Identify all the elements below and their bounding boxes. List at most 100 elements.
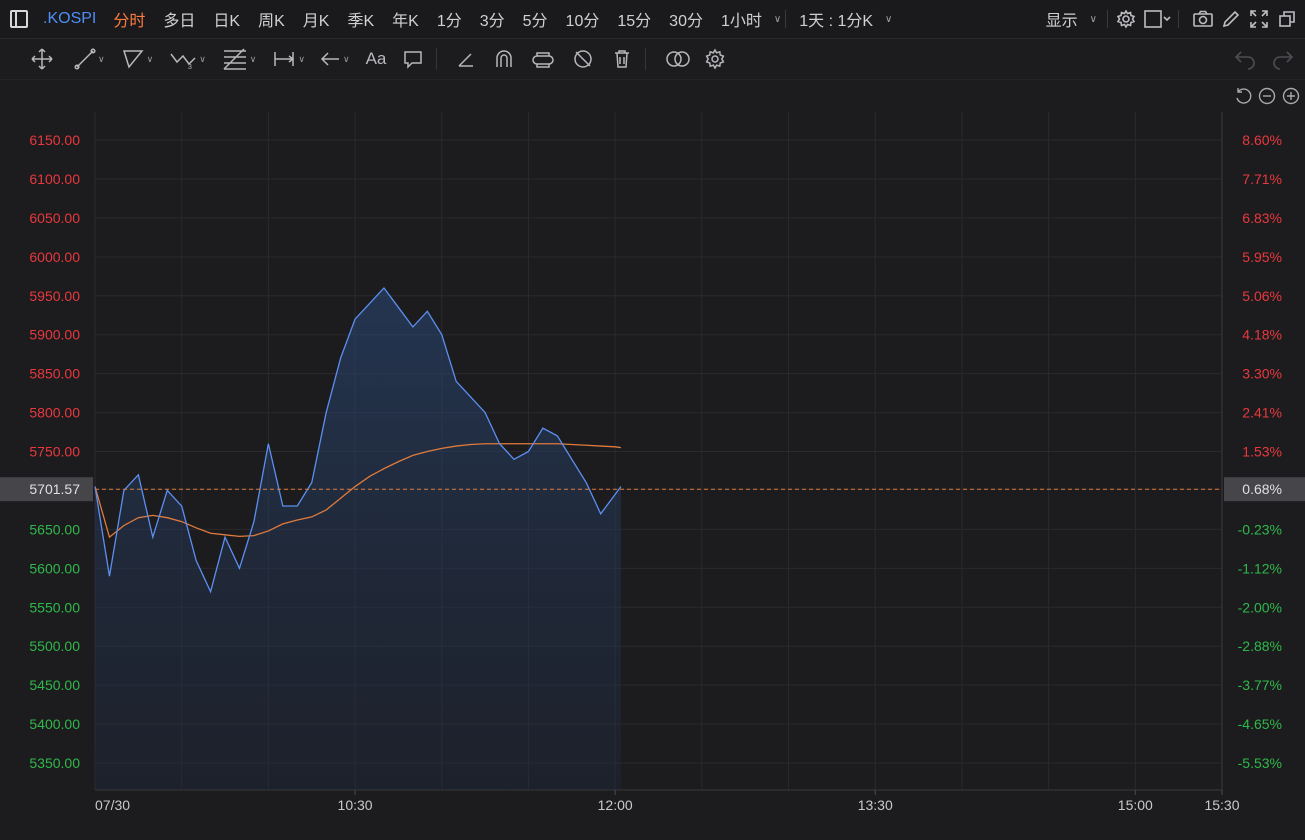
pencil-icon[interactable] bbox=[1217, 5, 1245, 33]
time-tick-label: 12:00 bbox=[598, 797, 633, 813]
price-area-fill bbox=[95, 288, 621, 790]
period-tab[interactable]: 1小时 bbox=[712, 7, 771, 31]
percent-tick-label: 5.95% bbox=[1242, 249, 1282, 265]
period-tab[interactable]: 月K bbox=[294, 7, 339, 31]
undo-redo-group bbox=[1233, 39, 1295, 79]
fullscreen-icon[interactable] bbox=[1245, 5, 1273, 33]
compare-tool[interactable] bbox=[664, 48, 692, 70]
chevron-down-icon[interactable]: ∨ bbox=[774, 14, 781, 25]
percent-tick-label: 6.83% bbox=[1242, 210, 1282, 226]
divider bbox=[436, 48, 438, 70]
chevron-down-icon[interactable]: ∨ bbox=[250, 54, 257, 65]
percent-tick-label: -0.23% bbox=[1238, 521, 1282, 537]
text-tool[interactable]: Aa bbox=[366, 49, 387, 69]
divider bbox=[645, 48, 647, 70]
drawing-settings-tool[interactable] bbox=[704, 48, 726, 70]
price-tick-label: 5800.00 bbox=[29, 405, 80, 421]
lock-drawings-tool[interactable] bbox=[531, 48, 555, 70]
camera-icon[interactable] bbox=[1189, 5, 1217, 33]
period-tab[interactable]: 5分 bbox=[514, 7, 557, 31]
time-tick-label: 10:30 bbox=[338, 797, 373, 813]
period-tab[interactable]: 季K bbox=[338, 7, 383, 31]
chevron-down-icon[interactable]: ∨ bbox=[147, 54, 154, 65]
percent-tick-label: 7.71% bbox=[1242, 171, 1282, 187]
price-tick-label: 5550.00 bbox=[29, 599, 80, 615]
chevron-down-icon[interactable]: ∨ bbox=[1090, 14, 1097, 25]
time-tick-label: 13:30 bbox=[858, 797, 893, 813]
chevron-down-icon[interactable]: ∨ bbox=[199, 54, 206, 65]
period-tab[interactable]: 周K bbox=[249, 7, 294, 31]
divider bbox=[1107, 10, 1108, 28]
percent-tick-label: 2.41% bbox=[1242, 405, 1282, 421]
window-restore-icon[interactable] bbox=[1273, 5, 1301, 33]
time-tick-label: 15:30 bbox=[1204, 797, 1239, 813]
magnet-icon bbox=[496, 50, 513, 67]
polygon-line-icon bbox=[122, 50, 144, 69]
percent-tick-label: -2.00% bbox=[1238, 599, 1282, 615]
price-tick-label: 6050.00 bbox=[29, 210, 80, 226]
percent-tick-label: 5.06% bbox=[1242, 288, 1282, 304]
sidebar-toggle-icon[interactable] bbox=[10, 10, 28, 28]
ray-tool[interactable] bbox=[455, 48, 477, 70]
percent-tick-label: 3.30% bbox=[1242, 366, 1282, 382]
note-tool[interactable] bbox=[402, 48, 424, 70]
range-measure-icon bbox=[274, 52, 295, 66]
arrow-tool[interactable]: ∨ bbox=[319, 48, 350, 70]
percent-tick-label: -1.12% bbox=[1238, 560, 1282, 576]
period-tab[interactable]: 多日 bbox=[154, 7, 204, 31]
intraday-chart[interactable]: 6150.00 6100.00 6050.00 6000.00 5950.00 5900.… bbox=[0, 80, 1305, 840]
period-tab[interactable]: 15分 bbox=[608, 7, 660, 31]
period-tab[interactable]: 1分 bbox=[428, 7, 471, 31]
price-axis: 6150.00 6100.00 6050.00 6000.00 5950.00 5900.… bbox=[0, 132, 93, 771]
period-tab[interactable]: 10分 bbox=[557, 7, 609, 31]
layout-square-icon[interactable] bbox=[1140, 5, 1174, 33]
price-tick-label: 6100.00 bbox=[29, 171, 80, 187]
price-tick-label: 5500.00 bbox=[29, 638, 80, 654]
price-tick-label: 5900.00 bbox=[29, 327, 80, 343]
period-tab[interactable]: 年K bbox=[383, 7, 428, 31]
measure-tool[interactable]: ∨ bbox=[272, 48, 305, 70]
display-menu[interactable]: 显示 bbox=[1037, 7, 1087, 31]
chevron-down-icon[interactable]: ∨ bbox=[298, 54, 305, 65]
settings-gear-icon[interactable] bbox=[1112, 5, 1140, 33]
arrow-left-icon bbox=[320, 52, 339, 66]
period-tab[interactable]: 3分 bbox=[471, 7, 514, 31]
period-tab[interactable]: 分时 bbox=[104, 7, 154, 31]
delete-drawings-tool[interactable] bbox=[611, 48, 633, 70]
hide-drawings-tool[interactable] bbox=[571, 48, 595, 70]
chevron-down-icon[interactable]: ∨ bbox=[343, 54, 350, 65]
speech-bubble-icon bbox=[404, 51, 423, 69]
slash-line-icon bbox=[458, 53, 474, 67]
percent-tick-label: -4.65% bbox=[1238, 716, 1282, 732]
price-tick-label: 5701.57 bbox=[29, 481, 80, 497]
trend-line-tool[interactable]: ∨ bbox=[74, 48, 105, 70]
interval-select[interactable]: 1天 : 1分K bbox=[790, 7, 882, 31]
redo-icon[interactable] bbox=[1271, 48, 1295, 70]
overlap-circles-icon bbox=[666, 51, 691, 67]
price-tick-label: 5850.00 bbox=[29, 366, 80, 382]
period-tab[interactable]: 30分 bbox=[660, 7, 712, 31]
fibonacci-tool[interactable]: ∨ bbox=[222, 47, 257, 71]
symbol-label[interactable]: .KOSPI bbox=[43, 10, 96, 28]
top-toolbar: .KOSPI 分时 多日 日K 周K 月K 季K 年K 1分 3分 5分 10分 15分 30分 1小时 … bbox=[0, 0, 1305, 39]
right-tools: 显示 ∨ bbox=[1037, 0, 1305, 38]
price-tick-label: 5950.00 bbox=[29, 288, 80, 304]
price-area bbox=[95, 288, 621, 790]
chevron-down-icon[interactable]: ∨ bbox=[98, 54, 105, 65]
price-tick-label: 5650.00 bbox=[29, 521, 80, 537]
percent-tick-label: 4.18% bbox=[1242, 327, 1282, 343]
percent-tick-label: -3.77% bbox=[1238, 677, 1282, 693]
divider bbox=[1178, 10, 1179, 28]
price-tick-label: 6000.00 bbox=[29, 249, 80, 265]
period-tab[interactable]: 日K bbox=[204, 7, 249, 31]
undo-icon[interactable] bbox=[1233, 48, 1257, 70]
polyline-tool[interactable]: ∨ bbox=[121, 48, 154, 70]
move-crosshair-tool[interactable] bbox=[30, 47, 54, 71]
magnet-tool[interactable] bbox=[493, 48, 515, 70]
chevron-down-icon[interactable]: ∨ bbox=[885, 14, 892, 25]
gear-icon bbox=[705, 48, 725, 70]
price-tick-label: 5600.00 bbox=[29, 560, 80, 576]
percent-tick-label: -5.53% bbox=[1238, 755, 1282, 771]
wave-tool[interactable]: 3 ∨ bbox=[169, 48, 206, 70]
move-arrows-icon bbox=[31, 48, 53, 70]
